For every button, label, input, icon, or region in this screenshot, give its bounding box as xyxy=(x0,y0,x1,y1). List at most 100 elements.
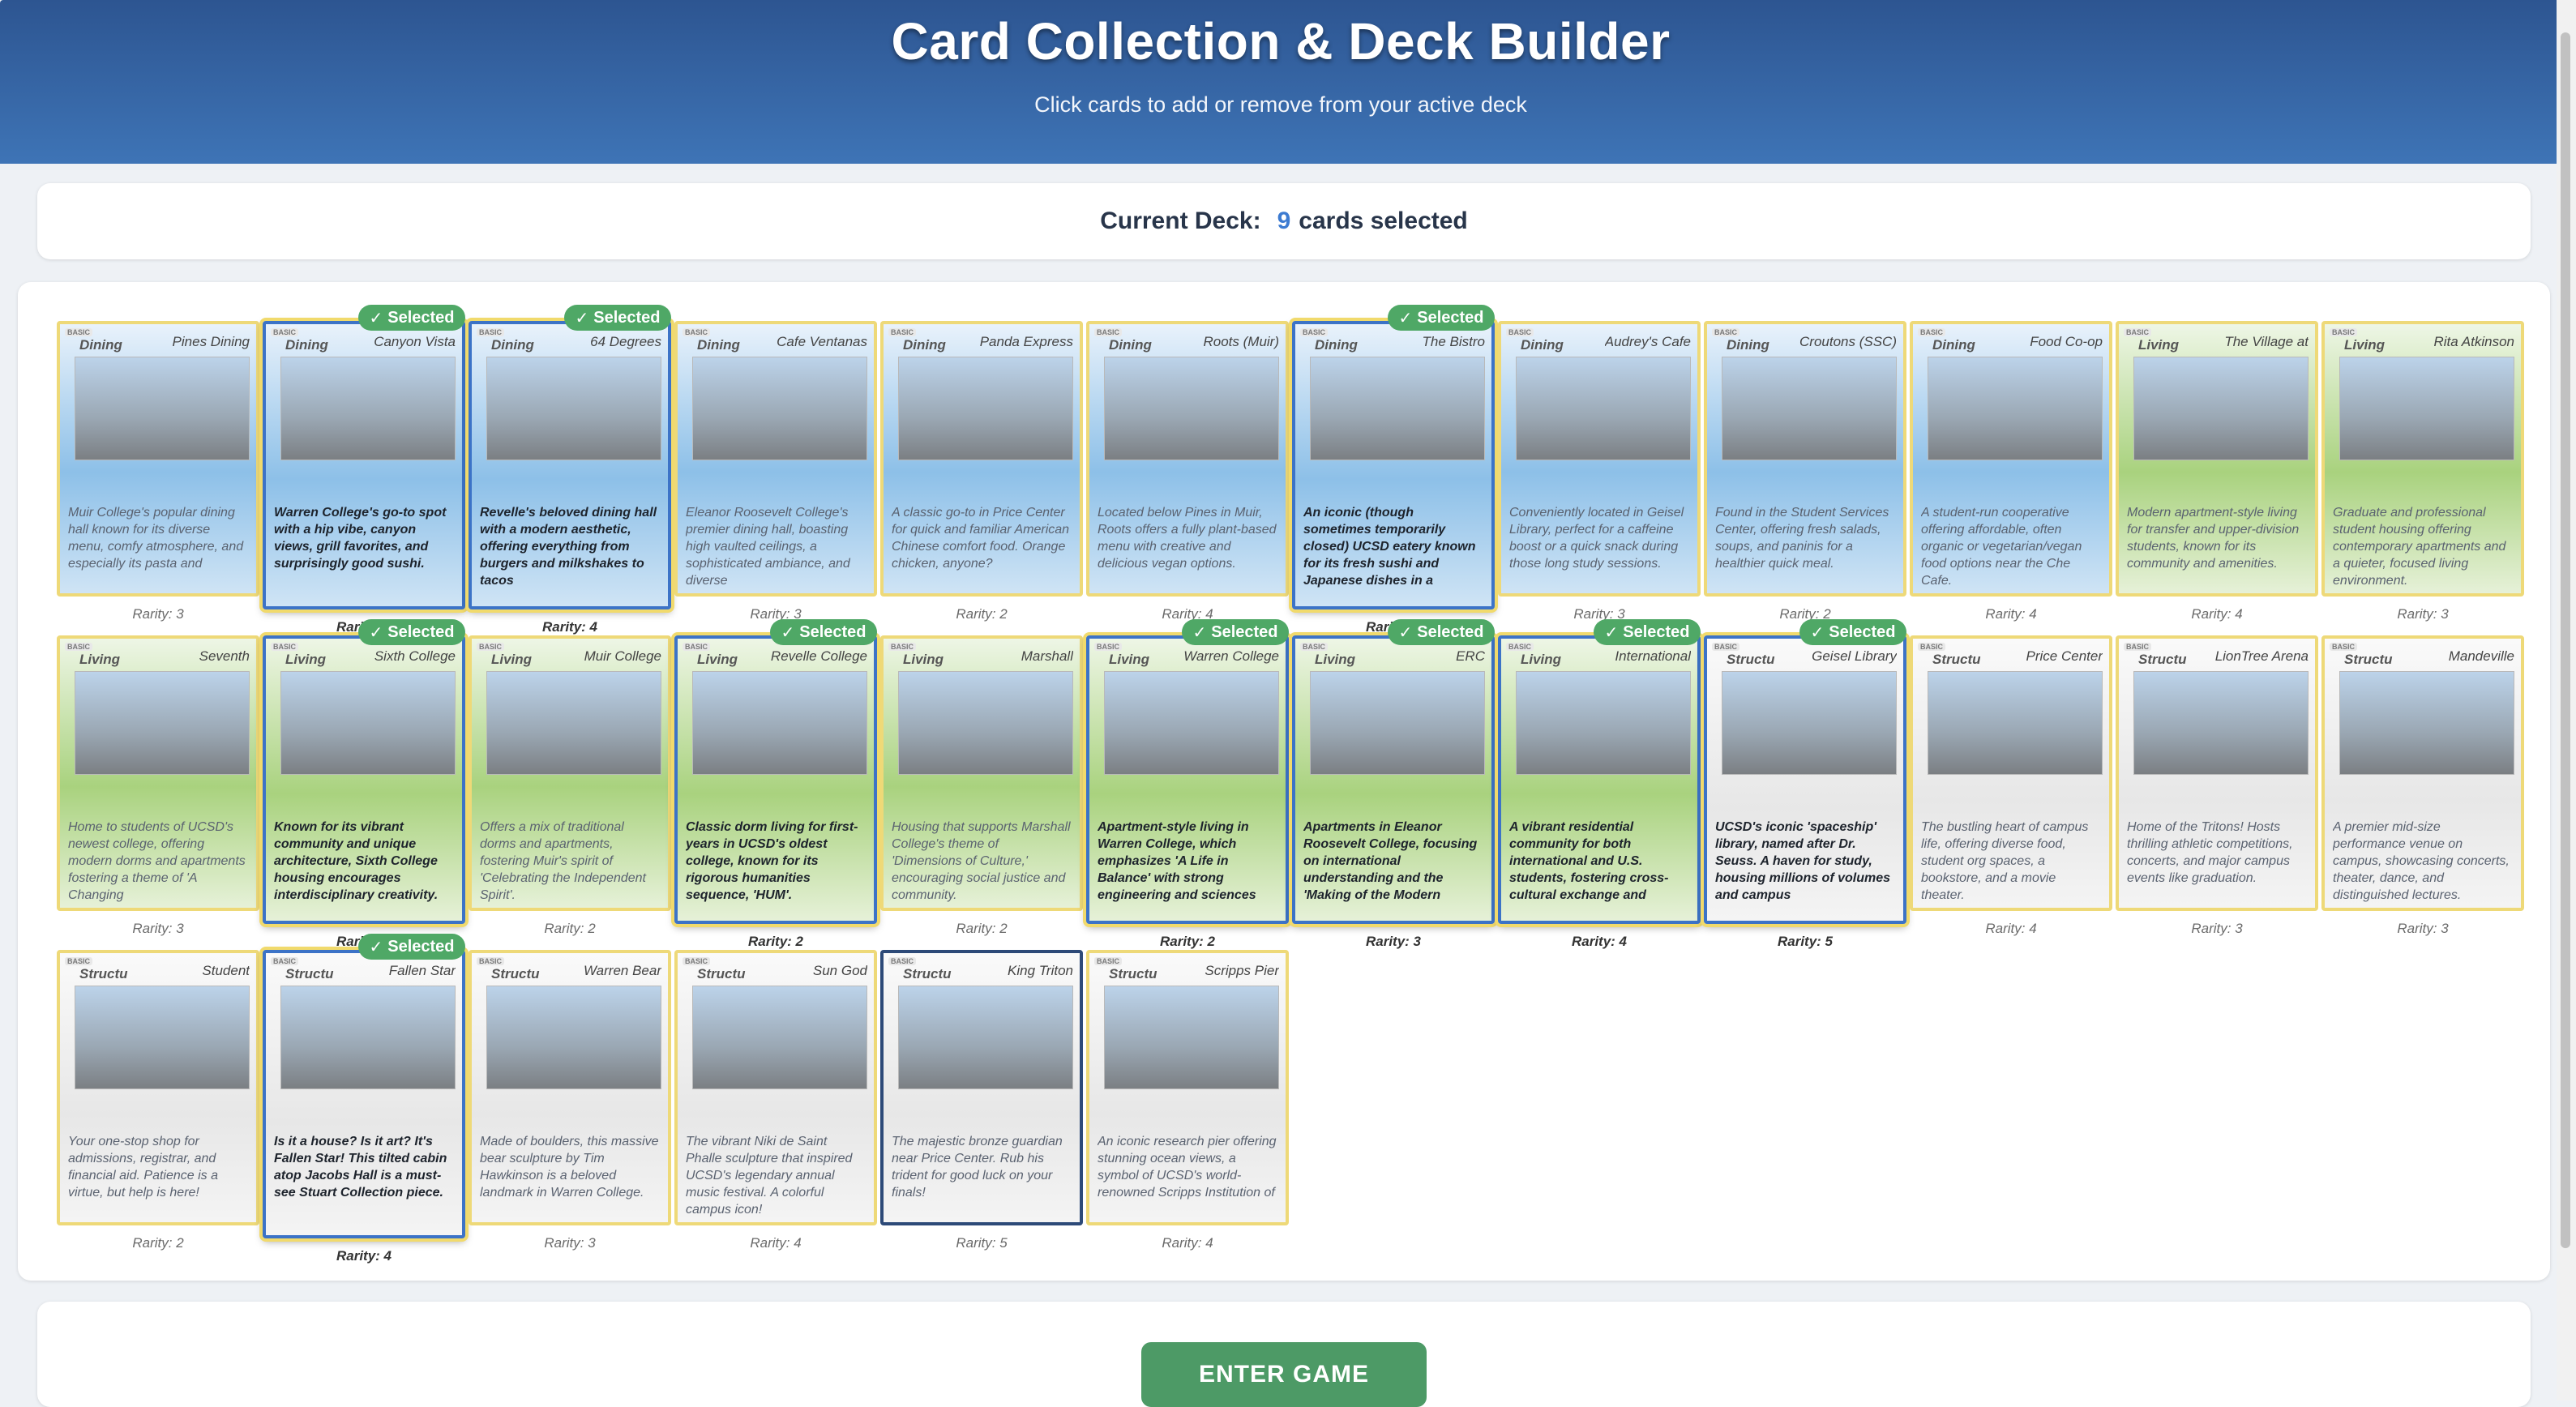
card[interactable]: BASIC Living International A vibrant reside… xyxy=(1498,635,1701,924)
check-icon: ✓ xyxy=(1192,623,1207,642)
card[interactable]: BASIC Living Muir College Offers a mix of t… xyxy=(469,635,671,911)
card-title: Price Center xyxy=(2026,648,2103,664)
selected-badge: ✓ Selected xyxy=(770,619,877,645)
card[interactable]: BASIC Dining Pines Dining Muir College's po… xyxy=(57,321,259,597)
basic-label: BASIC xyxy=(2330,643,2358,651)
card-description: Graduate and professional student housin… xyxy=(2333,506,2506,588)
card[interactable]: BASIC Structu Student Your one-stop shop fo… xyxy=(57,950,259,1225)
card[interactable]: BASIC Dining 64 Degrees Revelle's beloved d… xyxy=(469,321,671,609)
card-description: Classic dorm living for first-years in U… xyxy=(686,820,858,902)
card-title: Food Co-op xyxy=(2030,334,2103,349)
card-photo xyxy=(1310,671,1485,775)
rarity-value: 4 xyxy=(2235,606,2243,622)
basic-label: BASIC xyxy=(1918,643,1946,651)
card-description: Located below Pines in Muir, Roots offer… xyxy=(1098,506,1277,571)
selected-label: Selected xyxy=(1417,308,1484,327)
card[interactable]: BASIC Living ERC Apartments in Eleanor Roos… xyxy=(1292,635,1495,924)
card[interactable]: BASIC Structu Mandeville A premier mid-size… xyxy=(2321,635,2524,911)
card[interactable]: BASIC Living Rita Atkinson Graduate and pro… xyxy=(2321,321,2524,597)
card-rarity: Rarity: 4 xyxy=(1498,934,1701,950)
card[interactable]: BASIC Dining Food Co-op A student-run coope… xyxy=(1910,321,2112,597)
deck-label: Current Deck: xyxy=(1100,207,1261,234)
card-rarity: Rarity: 2 xyxy=(880,921,1083,937)
card[interactable]: BASIC Structu Sun God The vibrant Niki de S… xyxy=(674,950,877,1225)
card-description: The bustling heart of campus life, offer… xyxy=(1921,820,2089,902)
card[interactable]: BASIC Dining Roots (Muir) Located below Pin… xyxy=(1086,321,1289,597)
card[interactable]: BASIC Structu Fallen Star Is it a house? Is… xyxy=(263,950,465,1238)
card-description: An iconic research pier offering stunnin… xyxy=(1098,1135,1277,1200)
rarity-value: 4 xyxy=(1619,934,1628,949)
card[interactable]: BASIC Dining Panda Express A classic go-to … xyxy=(880,321,1083,597)
page-scrollbar[interactable] xyxy=(2557,0,2576,1401)
rarity-prefix: Rarity: xyxy=(956,1235,1000,1251)
card[interactable]: BASIC Structu Geisel Library UCSD's iconic … xyxy=(1704,635,1906,924)
card-description: Muir College's popular dining hall known… xyxy=(68,506,244,571)
card[interactable]: BASIC Structu Price Center The bustling hea… xyxy=(1910,635,2112,911)
card[interactable]: BASIC Living Revelle College Classic dorm l… xyxy=(674,635,877,924)
card-type: Structu xyxy=(1932,652,1981,667)
card[interactable]: BASIC Dining Canyon Vista Warren College's … xyxy=(263,321,465,609)
card-rarity: Rarity: 4 xyxy=(1910,606,2112,622)
card-title: Croutons (SSC) xyxy=(1799,334,1897,349)
rarity-prefix: Rarity: xyxy=(2191,921,2236,936)
rarity-prefix: Rarity: xyxy=(336,1248,384,1264)
card[interactable]: BASIC Structu Warren Bear Made of boulders,… xyxy=(469,950,671,1225)
card-description: Warren College's go-to spot with a hip v… xyxy=(274,506,447,571)
card[interactable]: BASIC Living Seventh Home to students of UC… xyxy=(57,635,259,911)
card[interactable]: BASIC Dining Audrey's Cafe Conveniently loc… xyxy=(1498,321,1701,597)
basic-label: BASIC xyxy=(65,643,93,651)
card-rarity: Rarity: 2 xyxy=(1086,934,1289,950)
rarity-value: 3 xyxy=(176,606,184,622)
card-type: Dining xyxy=(1521,337,1564,353)
card[interactable]: BASIC Structu King Triton The majestic bron… xyxy=(880,950,1083,1225)
card[interactable]: BASIC Living Warren College Apartment-style… xyxy=(1086,635,1289,924)
deck-count: 9 xyxy=(1277,207,1291,234)
rarity-prefix: Rarity: xyxy=(1365,934,1414,949)
rarity-value: 4 xyxy=(2029,921,2037,936)
card-rarity: Rarity: 4 xyxy=(263,1248,465,1264)
card[interactable]: BASIC Living Marshall Housing that supports… xyxy=(880,635,1083,911)
card-photo xyxy=(75,671,250,775)
rarity-prefix: Rarity: xyxy=(132,606,177,622)
card[interactable]: BASIC Structu LionTree Arena Home of the Tr… xyxy=(2116,635,2318,911)
basic-label: BASIC xyxy=(65,328,93,336)
card[interactable]: BASIC Structu Scripps Pier An iconic resear… xyxy=(1086,950,1289,1225)
card[interactable]: BASIC Dining Cafe Ventanas Eleanor Roosevel… xyxy=(674,321,877,597)
selected-label: Selected xyxy=(1623,622,1690,641)
page-header: Card Collection & Deck Builder Click car… xyxy=(0,0,2561,164)
selected-label: Selected xyxy=(1211,622,1278,641)
card[interactable]: BASIC Dining The Bistro An iconic (though s… xyxy=(1292,321,1495,609)
card-photo xyxy=(2133,671,2309,775)
card-title: Rita Atkinson xyxy=(2433,334,2514,349)
card-photo xyxy=(1104,357,1279,460)
card[interactable]: BASIC Living Sixth College Known for its vi… xyxy=(263,635,465,924)
card-description: Home to students of UCSD's newest colleg… xyxy=(68,820,246,902)
check-icon: ✓ xyxy=(781,623,795,642)
card-photo xyxy=(486,986,661,1089)
card-photo xyxy=(2133,357,2309,460)
card-type: Structu xyxy=(491,966,540,981)
selected-badge: ✓ Selected xyxy=(1182,619,1289,645)
rarity-prefix: Rarity: xyxy=(541,619,590,635)
card-description: Revelle's beloved dining hall with a mod… xyxy=(480,506,657,588)
basic-label: BASIC xyxy=(1094,328,1123,336)
rarity-value: 5 xyxy=(999,1235,1008,1251)
basic-label: BASIC xyxy=(888,957,917,965)
card-description: UCSD's iconic 'spaceship' library, named… xyxy=(1715,820,1891,902)
card-description: Offers a mix of traditional dorms and ap… xyxy=(480,820,646,902)
check-icon: ✓ xyxy=(369,623,383,642)
basic-label: BASIC xyxy=(1918,328,1946,336)
card-type: Living xyxy=(491,652,533,667)
card-photo xyxy=(1722,357,1897,460)
card-type: Structu xyxy=(79,966,128,981)
card-type: Living xyxy=(1109,652,1150,667)
scrollbar-thumb[interactable] xyxy=(2561,32,2570,1248)
card[interactable]: BASIC Dining Croutons (SSC) Found in the St… xyxy=(1704,321,1906,597)
basic-label: BASIC xyxy=(888,328,917,336)
enter-game-button[interactable]: ENTER GAME xyxy=(1141,1342,1427,1407)
card[interactable]: BASIC Living The Village at Modern apartmen… xyxy=(2116,321,2318,597)
page-title: Card Collection & Deck Builder xyxy=(891,12,1671,71)
card-rarity: Rarity: 3 xyxy=(2321,921,2524,937)
card-description: Eleanor Roosevelt College's premier dini… xyxy=(686,506,850,588)
rarity-prefix: Rarity: xyxy=(132,921,177,936)
